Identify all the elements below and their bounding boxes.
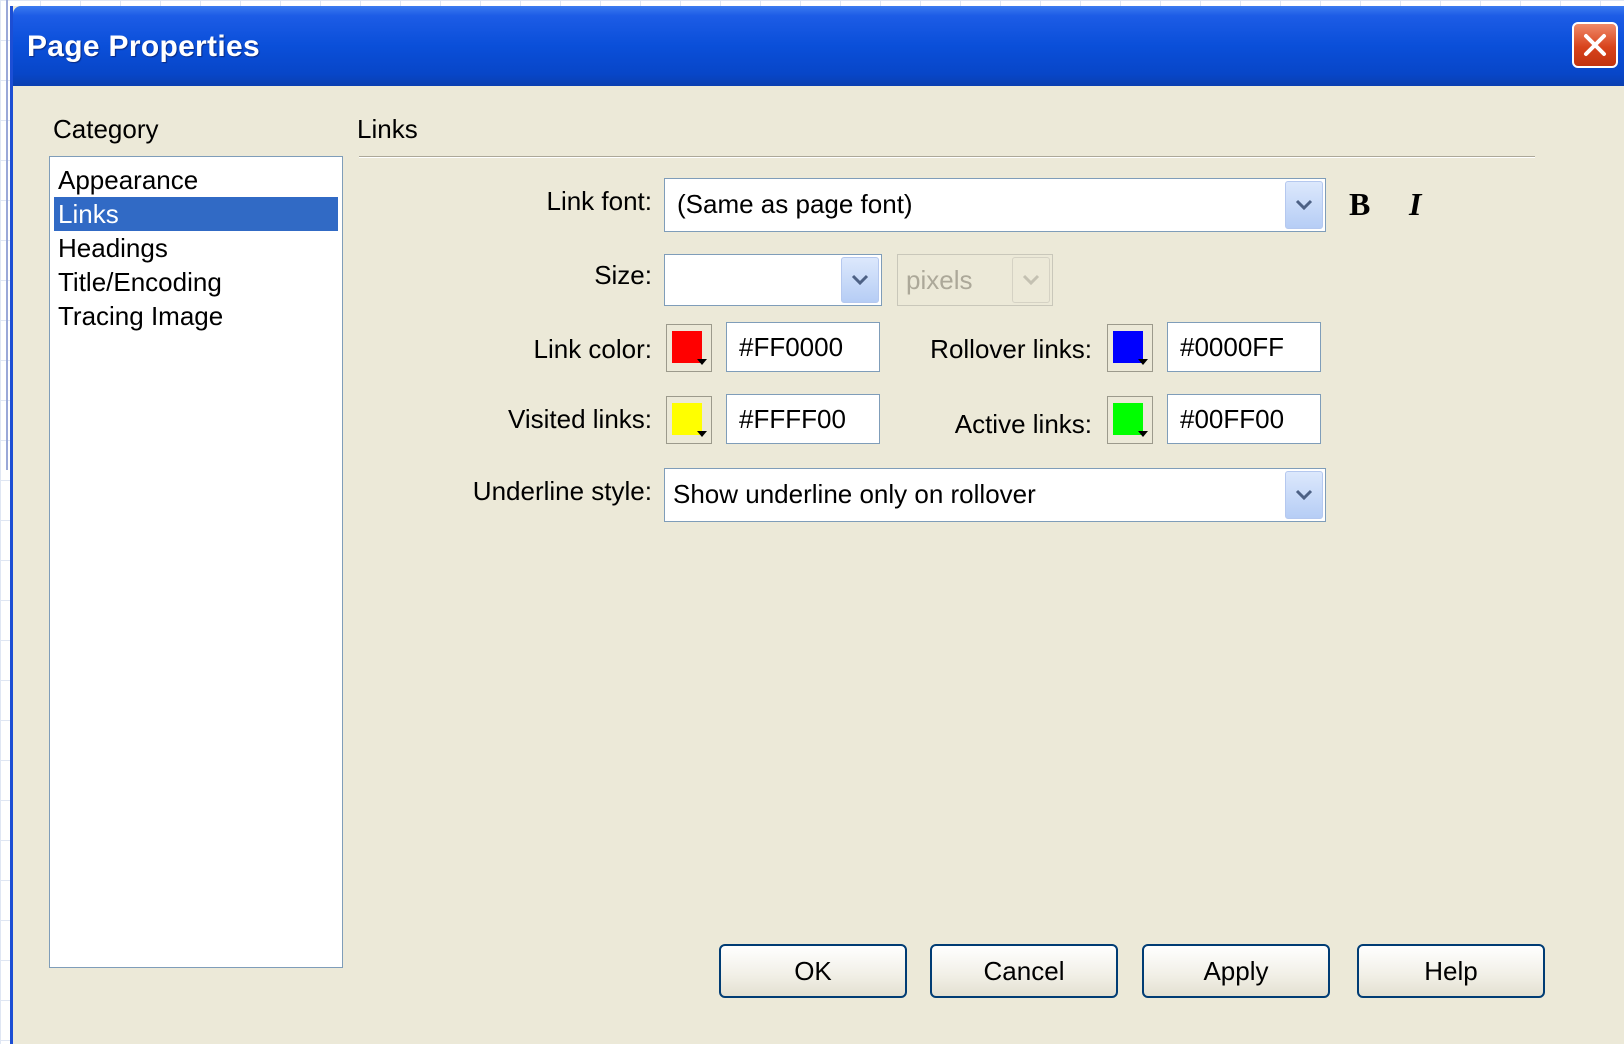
link-font-label: Link font: <box>546 186 652 216</box>
link-font-select[interactable]: (Same as page font) <box>664 178 1326 232</box>
category-item-appearance[interactable]: Appearance <box>54 163 338 197</box>
size-unit-select[interactable]: pixels <box>897 254 1053 306</box>
link-color-input[interactable]: #FF0000 <box>726 322 880 372</box>
underline-style-select[interactable]: Show underline only on rollover <box>664 468 1326 522</box>
caret-down-icon <box>1138 359 1148 365</box>
size-select[interactable] <box>664 254 882 306</box>
italic-button[interactable]: I <box>1409 186 1421 223</box>
title-bar[interactable]: Page Properties <box>13 6 1624 86</box>
window-title: Page Properties <box>27 30 260 63</box>
chevron-down-icon <box>1295 199 1313 211</box>
caret-down-icon <box>1138 431 1148 437</box>
active-links-label: Active links: <box>954 409 1092 439</box>
panel-heading: Links <box>357 114 418 144</box>
panel-separator <box>359 156 1535 158</box>
link-color-label: Link color: <box>533 334 653 364</box>
chevron-down-icon <box>1295 489 1313 501</box>
size-unit-value: pixels <box>906 265 973 295</box>
visited-links-color-picker[interactable] <box>666 396 712 444</box>
size-label: Size: <box>594 260 652 290</box>
chevron-down-icon <box>851 274 869 286</box>
category-item-links[interactable]: Links <box>54 197 338 231</box>
rollover-links-color-picker[interactable] <box>1107 324 1153 372</box>
rollover-links-label: Rollover links: <box>930 334 1092 364</box>
underline-style-dropdown-button[interactable] <box>1285 471 1323 519</box>
chevron-down-icon <box>1022 274 1040 286</box>
underline-style-value: Show underline only on rollover <box>673 479 1036 509</box>
category-item-title-encoding[interactable]: Title/Encoding <box>54 265 338 299</box>
cancel-button[interactable]: Cancel <box>930 944 1118 998</box>
rollover-links-input[interactable]: #0000FF <box>1167 322 1321 372</box>
caret-down-icon <box>697 431 707 437</box>
category-label: Category <box>53 114 159 144</box>
size-dropdown-button[interactable] <box>841 257 879 303</box>
apply-button[interactable]: Apply <box>1142 944 1330 998</box>
link-font-dropdown-button[interactable] <box>1285 181 1323 229</box>
underline-style-label: Underline style: <box>472 476 652 506</box>
active-links-input[interactable]: #00FF00 <box>1167 394 1321 444</box>
visited-links-input[interactable]: #FFFF00 <box>726 394 880 444</box>
active-links-color-picker[interactable] <box>1107 396 1153 444</box>
background-line <box>6 0 8 470</box>
close-icon <box>1584 34 1606 56</box>
caret-down-icon <box>697 359 707 365</box>
close-button[interactable] <box>1572 22 1618 68</box>
link-font-value: (Same as page font) <box>677 189 913 219</box>
help-button[interactable]: Help <box>1357 944 1545 998</box>
ok-button[interactable]: OK <box>719 944 907 998</box>
bold-button[interactable]: B <box>1349 186 1370 223</box>
size-unit-dropdown-button[interactable] <box>1012 257 1050 303</box>
visited-links-label: Visited links: <box>507 404 652 434</box>
link-color-picker[interactable] <box>666 324 712 372</box>
category-item-tracing-image[interactable]: Tracing Image <box>54 299 338 333</box>
category-list[interactable]: Appearance Links Headings Title/Encoding… <box>49 156 343 968</box>
category-item-headings[interactable]: Headings <box>54 231 338 265</box>
page-properties-dialog: Page Properties Category Appearance Link… <box>10 6 1624 1044</box>
